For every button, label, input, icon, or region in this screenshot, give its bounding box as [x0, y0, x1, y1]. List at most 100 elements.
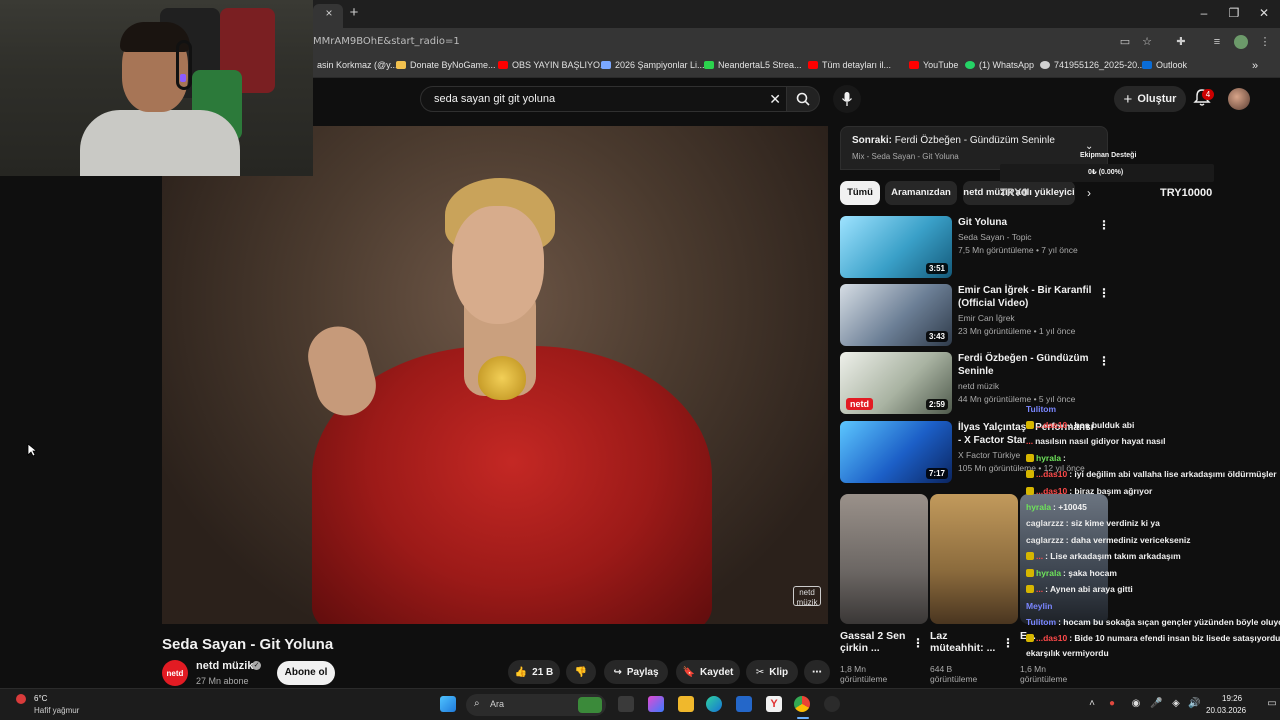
chat-text: : Aynen abi araya gitti — [1045, 584, 1133, 594]
video-card-channel[interactable]: netd müzik — [958, 381, 999, 391]
video-card-channel[interactable]: Emir Can İğrek — [958, 313, 1015, 323]
bookmark-item[interactable]: Outlook — [1142, 60, 1187, 70]
profile-icon[interactable] — [1234, 35, 1248, 49]
voice-search-button[interactable] — [833, 85, 861, 113]
browser-menu-icon[interactable]: ⋮ — [1258, 35, 1272, 49]
account-avatar[interactable] — [1228, 88, 1250, 110]
bookmark-item[interactable]: NeandertaL5 Strea... — [704, 60, 802, 70]
short-title[interactable]: Laz müteahhit: ... — [930, 630, 996, 654]
bookmark-item[interactable]: Tüm detayları il... — [808, 60, 891, 70]
bookmark-star-icon[interactable]: ☆ — [1140, 35, 1154, 49]
taskbar-clock-time[interactable]: 19:26 — [1222, 694, 1242, 703]
search-button[interactable] — [786, 86, 820, 112]
search-query[interactable]: seda sayan git git yoluna — [434, 93, 555, 105]
minimize-icon[interactable]: – — [1196, 5, 1212, 21]
more-vertical-icon[interactable]: ⋮ — [1098, 354, 1110, 368]
tray-app-icon[interactable]: ● — [1106, 698, 1118, 710]
bookmark-item[interactable]: OBS YAYIN BAŞLIYO... — [498, 60, 608, 70]
like-button[interactable]: 👍 21 B — [508, 660, 560, 684]
more-vertical-icon[interactable]: ⋮ — [1098, 286, 1110, 300]
chat-text: : şaka hocam — [1063, 568, 1117, 578]
video-frame-necklace — [478, 356, 526, 400]
share-button[interactable]: ↪ Paylaş — [604, 660, 668, 684]
chat-badge-icon — [1026, 569, 1034, 577]
network-icon[interactable]: ◉ — [1130, 698, 1142, 710]
youtube-icon — [909, 61, 919, 69]
chat-text: : +10045 — [1053, 502, 1087, 512]
bookmark-item[interactable]: 2026 Şampiyonlar Li... — [601, 60, 705, 70]
short-views: 1,8 Mn görüntüleme — [840, 664, 888, 684]
new-tab-icon[interactable]: + — [346, 5, 362, 21]
bookmark-item[interactable]: asin Korkmaz (@y... — [313, 60, 398, 70]
globe-icon — [1040, 61, 1050, 69]
vpn-icon[interactable]: ◈ — [1170, 698, 1182, 710]
extensions-icon[interactable]: ✚ — [1174, 35, 1188, 49]
taskbar-clock-date[interactable]: 20.03.2026 — [1206, 706, 1246, 715]
clip-button[interactable]: ✂ Klip — [746, 660, 798, 684]
notification-center-icon[interactable]: ▭ — [1266, 698, 1278, 710]
chip-all[interactable]: Tümü — [840, 181, 880, 205]
subscribe-button[interactable]: Abone ol — [277, 661, 335, 685]
chip-from-search[interactable]: Aramanızdan — [885, 181, 957, 205]
bookmark-item[interactable]: Donate ByNoGame... — [396, 60, 496, 70]
video-thumbnail[interactable]: netd 2:59 — [840, 352, 952, 414]
more-vertical-icon[interactable]: ⋮ — [912, 636, 924, 650]
bookmark-favicon-icon — [704, 61, 714, 69]
bookmark-item[interactable]: 741955126_2025-20... — [1040, 60, 1145, 70]
create-button[interactable]: + Oluştur — [1114, 86, 1186, 112]
edge-icon[interactable] — [706, 696, 722, 712]
speaker-icon[interactable]: 🔊 — [1188, 698, 1200, 710]
video-thumbnail[interactable]: 3:43 — [840, 284, 952, 346]
window-close-icon[interactable]: ✕ — [1256, 5, 1272, 21]
copilot-icon[interactable] — [648, 696, 664, 712]
more-bookmarks-icon[interactable]: » — [1252, 60, 1258, 72]
taskbar-search[interactable]: ⌕ Ara — [466, 694, 606, 716]
video-player[interactable]: netd müzik — [162, 126, 828, 624]
cast-icon[interactable]: ▭ — [1118, 35, 1132, 49]
windows-start-icon[interactable] — [440, 696, 456, 712]
restore-icon[interactable]: ❐ — [1226, 5, 1242, 21]
save-button[interactable]: 🔖 Kaydet — [676, 660, 740, 684]
bookmark-item[interactable]: (1) WhatsApp — [965, 60, 1034, 70]
chat-message: ...: Aynen abi araya gitti — [1026, 584, 1133, 594]
reading-list-icon[interactable]: ≡ — [1210, 35, 1224, 49]
short-thumbnail[interactable] — [930, 494, 1018, 624]
chevron-down-icon[interactable]: ⌄ — [1085, 141, 1093, 152]
recommendation-item[interactable]: 3:43 Emir Can İğrek - Bir Karanfil (Offi… — [840, 284, 1112, 348]
weather-condition[interactable]: Hafif yağmur — [34, 706, 79, 715]
dislike-button[interactable]: 👎 — [566, 660, 596, 684]
short-thumbnail[interactable] — [840, 494, 928, 624]
more-vertical-icon[interactable]: ⋮ — [1098, 218, 1110, 232]
search-input[interactable]: seda sayan git git yoluna ✕ — [420, 86, 790, 112]
mouse-cursor-icon — [27, 443, 37, 457]
store-icon[interactable] — [736, 696, 752, 712]
video-card-title[interactable]: Emir Can İğrek - Bir Karanfil (Official … — [958, 284, 1098, 310]
more-actions-button[interactable]: ⋯ — [804, 660, 830, 684]
task-view-icon[interactable] — [618, 696, 634, 712]
tray-overflow-icon[interactable]: ˄ — [1086, 698, 1098, 710]
clear-search-icon[interactable]: ✕ — [769, 91, 781, 108]
yandex-icon[interactable]: Y — [766, 696, 782, 712]
chips-next-icon[interactable]: › — [1087, 186, 1091, 200]
video-card-channel[interactable]: Seda Sayan - Topic — [958, 232, 1032, 242]
recommendation-item[interactable]: 3:51 Git Yoluna Seda Sayan - Topic 7,5 M… — [840, 216, 1112, 280]
weather-temperature[interactable]: 6°C — [34, 694, 47, 703]
close-tab-icon[interactable]: × — [322, 6, 336, 20]
video-frame-face — [452, 206, 544, 324]
more-vertical-icon[interactable]: ⋮ — [1002, 636, 1014, 650]
chrome-icon[interactable] — [794, 696, 810, 712]
url-text[interactable]: MMrAM9BOhE&start_radio=1 — [313, 36, 460, 47]
video-duration: 2:59 — [925, 399, 948, 410]
channel-name[interactable]: netd müzik — [196, 660, 253, 672]
video-thumbnail[interactable]: 7:17 — [840, 421, 952, 483]
video-card-title[interactable]: Ferdi Özbeğen - Gündüzüm Seninle — [958, 352, 1098, 378]
video-card-title[interactable]: Git Yoluna — [958, 216, 1098, 229]
short-title[interactable]: Gassal 2 Sen çirkin ... — [840, 630, 906, 654]
video-card-channel[interactable]: X Factor Türkiye — [958, 450, 1020, 460]
bookmark-item[interactable]: YouTube — [909, 60, 958, 70]
file-explorer-icon[interactable] — [678, 696, 694, 712]
channel-avatar[interactable]: netd — [162, 660, 188, 686]
video-thumbnail[interactable]: 3:51 — [840, 216, 952, 278]
obs-icon[interactable] — [824, 696, 840, 712]
microphone-tray-icon[interactable]: 🎤 — [1150, 698, 1162, 710]
